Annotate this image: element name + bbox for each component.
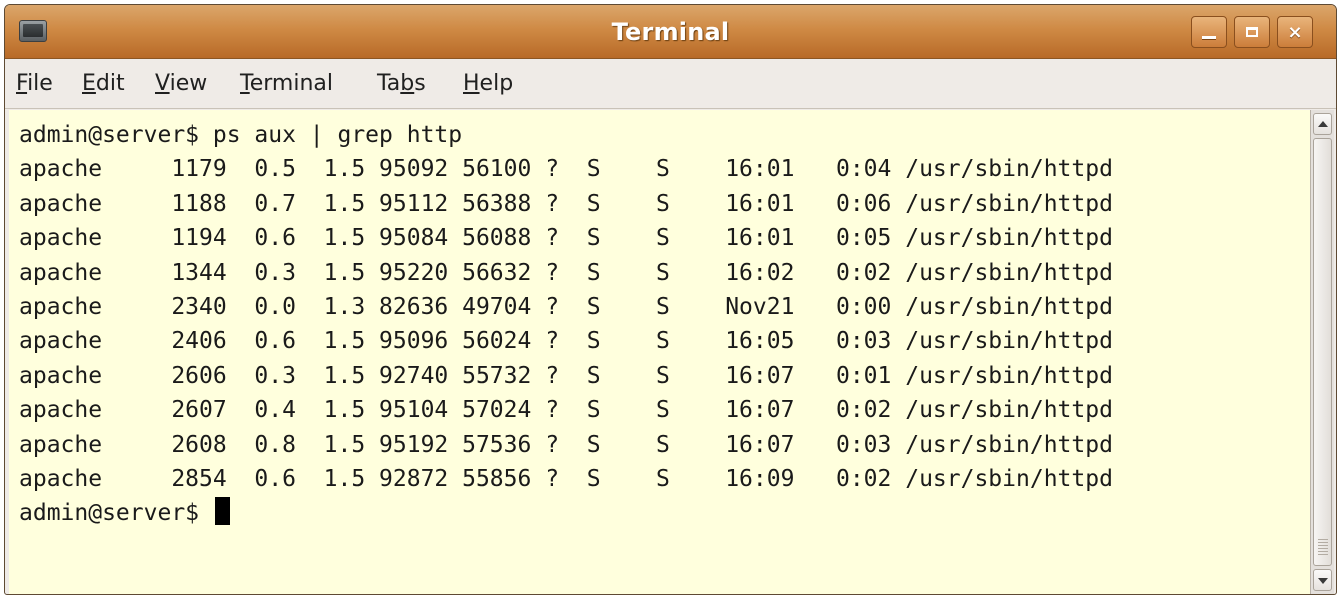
- menu-view[interactable]: View: [155, 71, 207, 96]
- process-row: apache 1179 0.5 1.5 95092 56100 ? S S 16…: [19, 156, 1113, 183]
- close-icon: ×: [1287, 21, 1303, 43]
- minimize-button[interactable]: [1191, 16, 1227, 48]
- scrollbar-thumb[interactable]: [1313, 138, 1332, 566]
- process-row: apache 2607 0.4 1.5 95104 57024 ? S S 16…: [19, 397, 1113, 424]
- title-bar[interactable]: Terminal ×: [5, 5, 1336, 59]
- menu-edit[interactable]: Edit: [82, 71, 125, 96]
- process-row: apache 2606 0.3 1.5 92740 55732 ? S S 16…: [19, 362, 1113, 389]
- text-cursor: [214, 497, 230, 526]
- command-line: admin@server$ ps aux | grep http: [19, 122, 463, 148]
- terminal-text: admin@server$ ps aux | grep http apache …: [19, 118, 1113, 531]
- menu-file[interactable]: File: [16, 71, 53, 96]
- process-row: apache 2340 0.0 1.3 82636 49704 ? S S No…: [19, 294, 1113, 321]
- process-row: apache 1188 0.7 1.5 95112 56388 ? S S 16…: [19, 190, 1113, 217]
- terminal-output[interactable]: admin@server$ ps aux | grep http apache …: [9, 110, 1310, 594]
- scroll-up-button[interactable]: [1313, 113, 1332, 135]
- process-row: apache 2608 0.8 1.5 95192 57536 ? S S 16…: [19, 431, 1113, 458]
- vertical-scrollbar[interactable]: [1310, 110, 1334, 594]
- minimize-icon: [1202, 35, 1216, 39]
- scroll-up-icon: [1318, 121, 1328, 127]
- process-row: apache 2854 0.6 1.5 92872 55856 ? S S 16…: [19, 466, 1113, 493]
- menu-bar: File Edit View Terminal Tabs Help: [5, 59, 1336, 109]
- close-button[interactable]: ×: [1277, 16, 1313, 48]
- terminal-window: Terminal × File Edit View Terminal Tabs …: [4, 4, 1337, 595]
- process-row: apache 1194 0.6 1.5 95084 56088 ? S S 16…: [19, 225, 1113, 252]
- window-title: Terminal: [611, 18, 730, 46]
- grip-icon: [1318, 539, 1328, 555]
- menu-terminal[interactable]: Terminal: [240, 71, 333, 96]
- process-row: apache 2406 0.6 1.5 95096 56024 ? S S 16…: [19, 328, 1113, 355]
- maximize-button[interactable]: [1234, 16, 1270, 48]
- process-row: apache 1344 0.3 1.5 95220 56632 ? S S 16…: [19, 259, 1113, 286]
- menu-help[interactable]: Help: [463, 71, 513, 96]
- scroll-down-icon: [1318, 578, 1328, 584]
- process-list: apache 1179 0.5 1.5 95092 56100 ? S S 16…: [19, 156, 1113, 492]
- menu-tabs[interactable]: Tabs: [377, 71, 426, 96]
- prompt: admin@server$: [19, 500, 213, 527]
- scroll-down-button[interactable]: [1313, 569, 1332, 591]
- maximize-icon: [1246, 27, 1258, 37]
